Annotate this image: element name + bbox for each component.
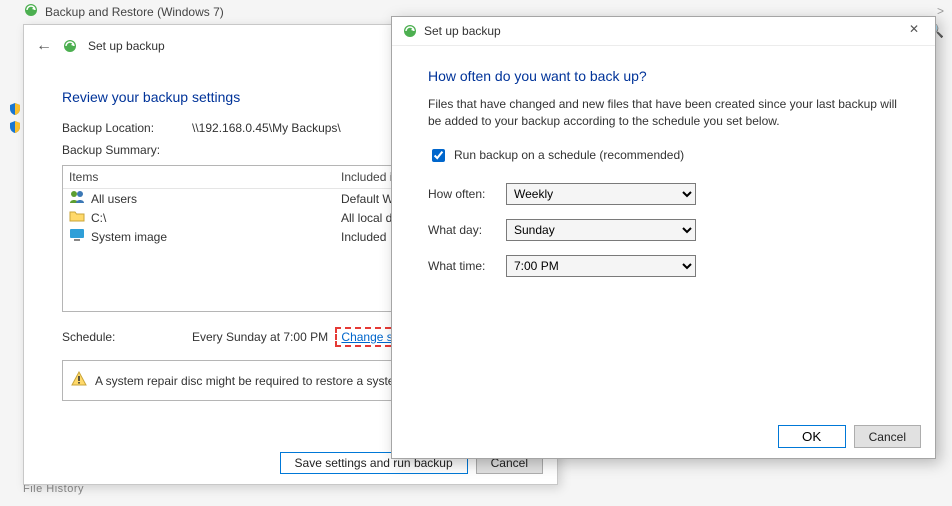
- what-time-select[interactable]: 7:00 PM: [506, 255, 696, 277]
- what-day-select[interactable]: Sunday: [506, 219, 696, 241]
- warning-icon: [71, 371, 87, 390]
- what-time-label: What time:: [428, 259, 506, 273]
- schedule-description: Files that have changed and new files th…: [428, 96, 899, 130]
- backup-summary-label: Backup Summary:: [62, 143, 192, 157]
- row-name: C:\: [91, 211, 106, 225]
- row-name: System image: [91, 230, 167, 244]
- monitor-icon: [69, 228, 85, 245]
- schedule-window: Set up backup ✕ How often do you want to…: [391, 16, 936, 459]
- control-panel-title: Backup and Restore (Windows 7): [23, 2, 224, 21]
- items-col-header[interactable]: Items: [69, 170, 341, 184]
- shield-icon: [8, 102, 22, 116]
- wizard-icon: [62, 38, 78, 54]
- close-icon[interactable]: ✕: [899, 19, 929, 39]
- run-on-schedule-checkbox[interactable]: Run backup on a schedule (recommended): [428, 146, 899, 165]
- review-wizard-title: Set up backup: [88, 39, 165, 53]
- schedule-heading: How often do you want to back up?: [428, 68, 899, 84]
- run-on-schedule-label: Run backup on a schedule (recommended): [454, 148, 684, 162]
- backup-location-value: \\192.168.0.45\My Backups\: [192, 121, 341, 135]
- run-on-schedule-input[interactable]: [432, 149, 445, 162]
- how-often-select[interactable]: Weekly: [506, 183, 696, 205]
- backup-location-label: Backup Location:: [62, 121, 192, 135]
- cancel-button[interactable]: Cancel: [854, 425, 921, 448]
- ok-button[interactable]: OK: [778, 425, 846, 448]
- chevron-right-icon: >: [937, 4, 944, 18]
- what-day-label: What day:: [428, 223, 506, 237]
- wizard-icon: [402, 23, 418, 39]
- folder-icon: [69, 209, 85, 226]
- schedule-label: Schedule:: [62, 330, 192, 344]
- backup-icon: [23, 2, 39, 21]
- shield-icon: [8, 120, 22, 134]
- how-often-label: How often:: [428, 187, 506, 201]
- control-panel-title-text: Backup and Restore (Windows 7): [45, 5, 224, 19]
- schedule-wizard-title: Set up backup: [424, 24, 501, 38]
- schedule-value: Every Sunday at 7:00 PM: [192, 330, 328, 344]
- row-name: All users: [91, 192, 137, 206]
- schedule-titlebar: Set up backup ✕: [392, 17, 935, 46]
- users-icon: [69, 190, 85, 207]
- back-arrow-icon[interactable]: ←: [36, 37, 52, 55]
- row-detail: Included: [341, 230, 386, 244]
